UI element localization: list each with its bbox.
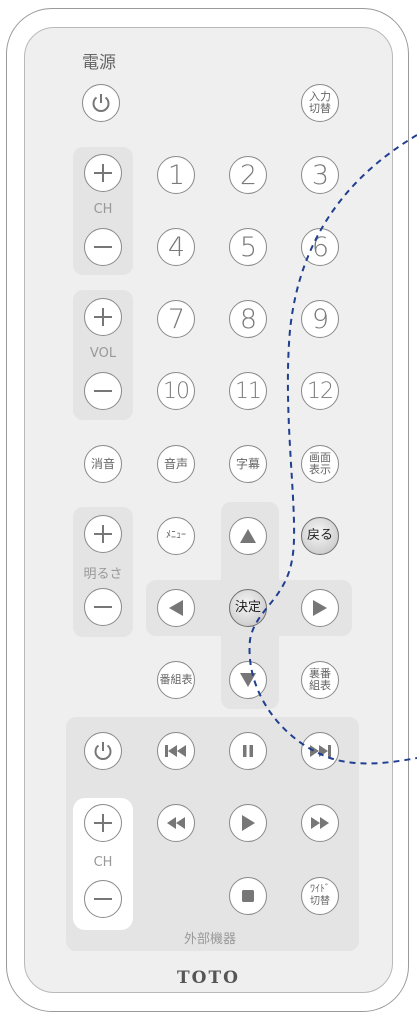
callout-dashed-line: [248, 134, 417, 765]
